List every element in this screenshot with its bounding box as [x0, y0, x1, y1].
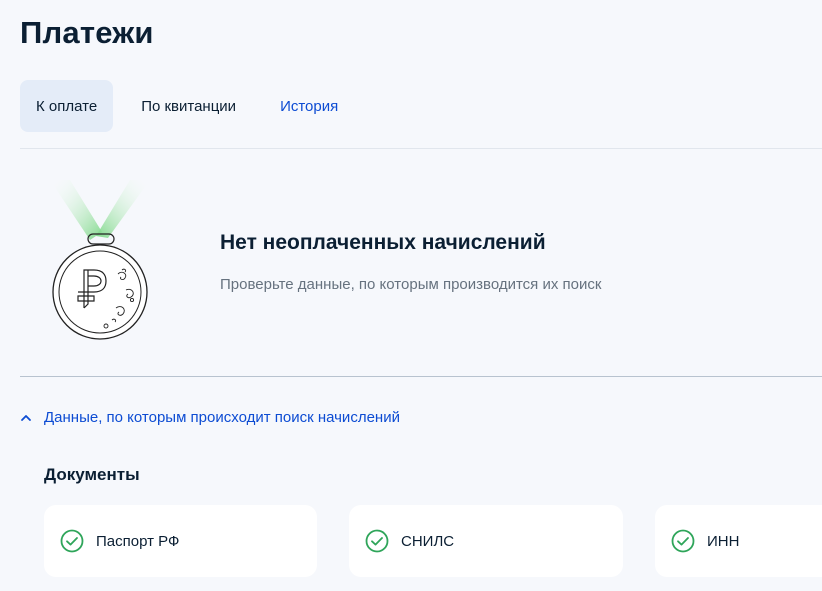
section-divider [20, 376, 822, 377]
check-circle-icon [671, 529, 695, 553]
empty-state-subtitle: Проверьте данные, по которым производитс… [220, 276, 602, 293]
check-circle-icon [365, 529, 389, 553]
payments-tabs: К оплате По квитанции История [20, 80, 354, 132]
document-label: Паспорт РФ [96, 532, 180, 550]
tab-to-pay[interactable]: К оплате [20, 80, 114, 132]
document-card-passport[interactable]: Паспорт РФ [44, 505, 317, 577]
document-card-inn[interactable]: ИНН [655, 505, 822, 577]
check-circle-icon [60, 529, 84, 553]
chevron-up-icon [21, 414, 31, 421]
document-card-snils[interactable]: СНИЛС [349, 505, 623, 577]
tab-by-receipt[interactable]: По квитанции [125, 80, 252, 132]
search-data-expander[interactable]: Данные, по которым происходит поиск начи… [20, 409, 400, 426]
document-label: СНИЛС [401, 532, 455, 550]
expander-label: Данные, по которым происходит поиск начи… [44, 409, 400, 426]
page-title: Платежи [20, 15, 154, 50]
tab-history[interactable]: История [264, 80, 354, 132]
document-label: ИНН [707, 532, 740, 550]
empty-state-title: Нет неоплаченных начислений [220, 231, 546, 254]
payments-page: Платежи К оплате По квитанции История Не… [0, 0, 822, 591]
ruble-medal-icon [50, 180, 150, 340]
documents-title: Документы [44, 465, 140, 484]
tabs-divider [20, 148, 822, 149]
